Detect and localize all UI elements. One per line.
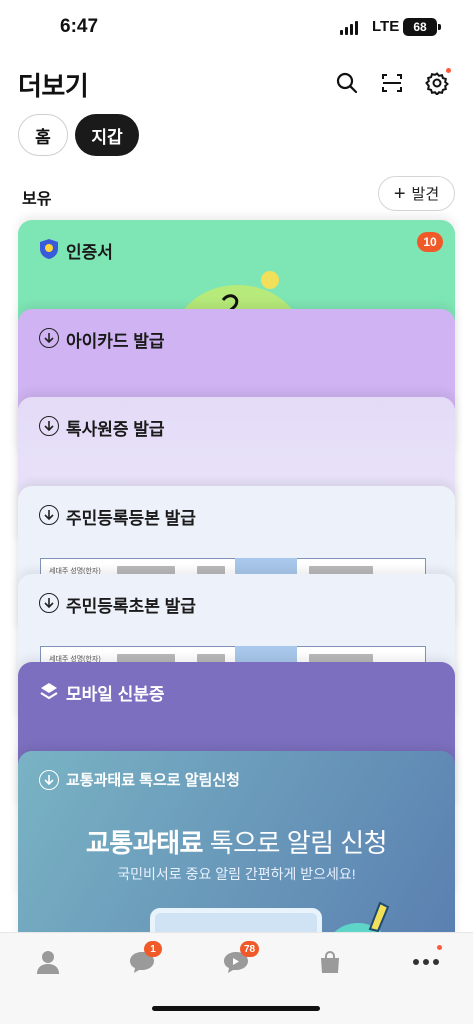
nav-open-chat[interactable]: 78 [218, 941, 260, 977]
status-time: 6:47 [60, 16, 99, 37]
download-icon [38, 592, 60, 614]
battery-cap [438, 24, 441, 30]
section-title: 보유 [22, 191, 52, 208]
settings-icon[interactable] [422, 68, 452, 98]
scan-icon[interactable] [377, 68, 407, 98]
card-employee-id-title: 톡사원증 발급 [66, 420, 165, 439]
status-bar: 6:47 LTE 68 [0, 0, 473, 56]
issue-button-label: 발견 [411, 186, 440, 203]
signal-icon [340, 21, 358, 35]
search-icon[interactable] [332, 68, 362, 98]
nav-friends[interactable] [30, 947, 66, 977]
nav-more[interactable] [408, 945, 444, 977]
notification-dot [437, 945, 442, 950]
nav-chats[interactable]: 1 [124, 941, 162, 977]
card-resident-copy-title: 주민등록등본 발급 [66, 509, 196, 528]
card-certificate-title: 인증서 [66, 243, 113, 262]
shield-icon [38, 238, 60, 260]
home-indicator [152, 1006, 320, 1011]
nav-shopping[interactable] [312, 947, 348, 977]
card-mobile-id-title: 모바일 신분증 [66, 685, 165, 704]
shopping-bag-icon [321, 951, 339, 973]
download-icon [38, 415, 60, 437]
person-icon [37, 951, 59, 974]
card-traffic-fine[interactable]: 교통과태료 톡으로 알림신청 교통과태료 톡으로 알림 신청 국민비서로 중요 … [18, 751, 455, 951]
network-label: LTE [372, 18, 400, 35]
tab-home[interactable]: 홈 [18, 114, 68, 156]
notification-dot [446, 68, 451, 73]
battery-icon: 68 [403, 18, 437, 36]
id-layers-icon [38, 680, 60, 702]
traffic-subtitle: 국민비서로 중요 알림 간편하게 받으세요! [117, 866, 356, 882]
card-traffic-fine-title: 교통과태료 톡으로 알림신청 [66, 772, 240, 789]
download-icon [38, 327, 60, 349]
tab-wallet[interactable]: 지갑 [75, 114, 139, 156]
card-resident-abstract-title: 주민등록초본 발급 [66, 597, 196, 616]
plus-icon: + [393, 182, 406, 205]
traffic-headline-rest: 톡으로 알림 신청 [202, 828, 388, 858]
traffic-headline-bold: 교통과태료 [85, 828, 204, 858]
chat-badge: 1 [144, 941, 162, 957]
page-title: 더보기 [18, 71, 89, 101]
download-icon [38, 769, 60, 791]
download-icon [38, 504, 60, 526]
issue-button[interactable]: + 발견 [378, 176, 455, 211]
traffic-headline: 교통과태료 톡으로 알림 신청 [18, 823, 455, 860]
certificate-count-badge: 10 [417, 232, 443, 252]
more-icon [413, 959, 439, 965]
card-icard-title: 아이카드 발급 [66, 332, 165, 351]
open-chat-badge: 78 [240, 941, 260, 957]
